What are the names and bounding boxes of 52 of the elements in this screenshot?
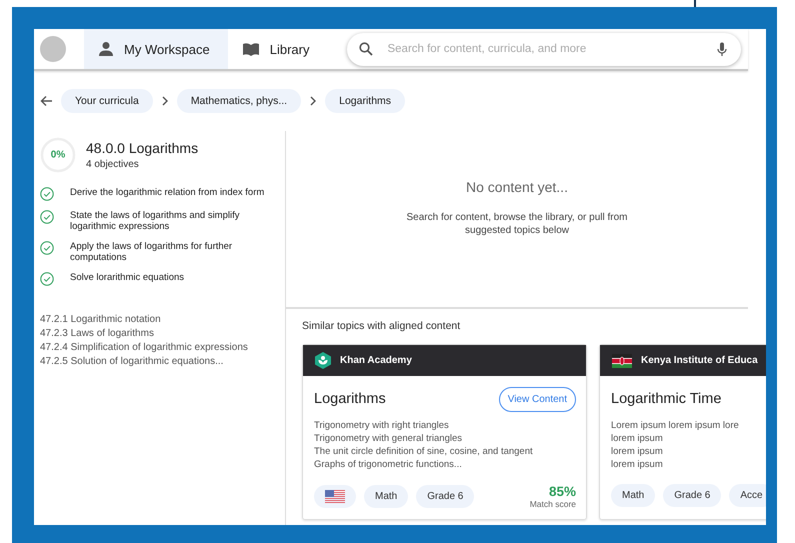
breadcrumb[interactable]: Mathematics, phys...	[176, 89, 302, 113]
chevron-right-icon	[309, 96, 318, 106]
empty-title: No content yet...	[466, 179, 568, 195]
topic-card[interactable]	[302, 344, 587, 520]
breadcrumb[interactable]: Your curricula	[61, 89, 153, 113]
topic-line: Trigonometry with general triangles	[314, 433, 464, 444]
subtopic-link[interactable]: 47.2.3 Laws of logarithms	[40, 328, 285, 339]
tag: Math	[611, 484, 656, 507]
microphone-icon[interactable]	[717, 42, 728, 56]
nav-tab[interactable]: My Workspace	[84, 29, 228, 69]
nav-tab[interactable]: Library	[228, 29, 328, 69]
flag-icon	[612, 354, 632, 368]
topic-line: The unit circle definition of sine, cosine, and tangent	[314, 446, 534, 457]
topic-title: 48.0.0 Logarithms	[86, 140, 198, 156]
topic-line: lorem ipsum	[611, 433, 664, 444]
person-icon	[98, 41, 114, 57]
tag: Grade 6	[416, 485, 474, 508]
match-score-label: Match score	[530, 499, 576, 509]
match-score: 85%	[548, 484, 576, 499]
chevron-right-icon	[160, 96, 169, 106]
progress-percent: 0%	[50, 150, 66, 160]
subtopic-link[interactable]: 47.2.5 Solution of logarithmic equations...	[40, 356, 285, 367]
provider-name: Kenya Institute of Educa	[641, 355, 758, 366]
book-icon	[242, 42, 260, 56]
objective-text: State the laws of logarithms and simplify logarithmic expressions	[70, 210, 240, 232]
topic-line: lorem ipsum	[611, 446, 664, 457]
topic-card[interactable]: Kenya Institute of Educa Logarithmic Time Lorem ipsum lorem ipsum lore lorem ipsum lorem ipsum lorem ipsum Math Grade 6 Acce	[599, 344, 766, 520]
objective-text: Solve lorarithmic equations	[70, 272, 186, 283]
card-title: Logarithms	[314, 391, 386, 407]
section-heading: Similar topics with aligned content	[302, 320, 462, 332]
card-title: Logarithmic Time	[611, 391, 722, 407]
topic-line: Trigonometry with right triangles	[314, 420, 450, 431]
tag: Acce	[729, 484, 766, 507]
objective-text: Apply the laws of logarithms for further computations	[70, 241, 234, 263]
tag: Grade 6	[663, 484, 722, 507]
tag: Math	[364, 485, 408, 508]
flag-icon	[325, 490, 345, 504]
hexagon-logo-icon	[315, 352, 331, 369]
empty-message: Search for content, browse the library, or pull from suggested topics below	[405, 211, 629, 237]
provider-name: Khan Academy	[340, 355, 412, 366]
topic-line: Lorem ipsum lorem ipsum lore	[611, 420, 740, 431]
topic-line: lorem ipsum	[611, 459, 664, 470]
objective-count: 4 objectives	[86, 159, 140, 170]
breadcrumb[interactable]: Logarithms	[325, 89, 406, 113]
back-arrow-icon[interactable]	[40, 95, 53, 107]
objective-text: Derive the logarithmic relation from index form	[70, 187, 266, 198]
view-content-button[interactable]: View Content	[498, 386, 576, 412]
topic-line: Graphs of trigonometric functions...	[314, 459, 463, 470]
search-input[interactable]: Search for content, curricula, and more	[385, 42, 706, 56]
subtopic-link[interactable]: 47.2.1 Logarithmic notation	[40, 314, 285, 325]
search-icon	[359, 42, 374, 56]
subtopic-link[interactable]: 47.2.4 Simplification of logarithmic expressions	[40, 342, 285, 353]
